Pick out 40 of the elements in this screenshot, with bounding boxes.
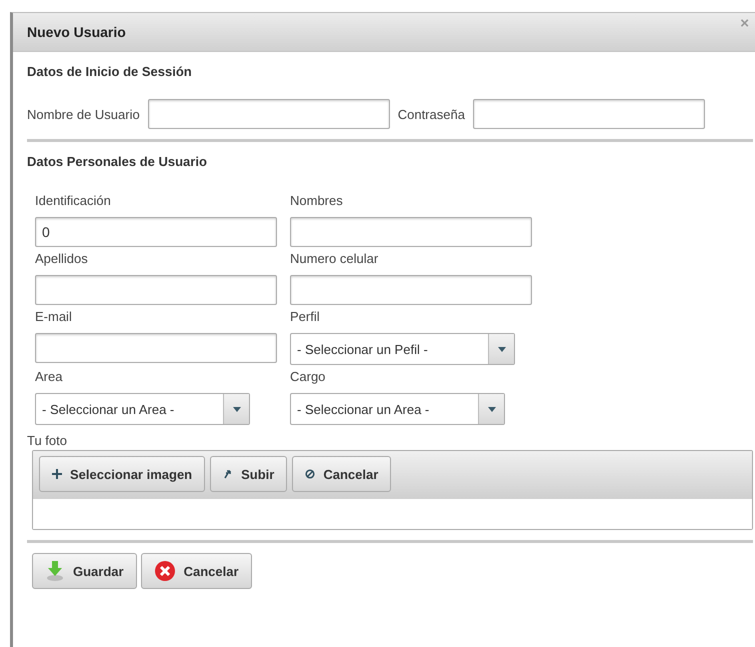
input-field[interactable] bbox=[290, 217, 532, 247]
caret-icon bbox=[498, 346, 506, 352]
arrow-icon bbox=[223, 469, 234, 479]
cancel-button[interactable]: Cancelar bbox=[140, 553, 252, 589]
input-field[interactable]: 0 bbox=[35, 217, 277, 247]
input-field[interactable] bbox=[35, 275, 277, 305]
caret-icon bbox=[488, 406, 496, 412]
field-label: Numero celular bbox=[290, 251, 380, 266]
select-field[interactable]: - Seleccionar un Area - bbox=[35, 393, 250, 425]
caret-icon bbox=[232, 406, 240, 412]
input-field[interactable] bbox=[148, 99, 390, 129]
select-field[interactable]: - Seleccionar un Area - bbox=[290, 393, 505, 425]
save-button[interactable]: Guardar bbox=[32, 553, 137, 589]
upload-toolbar-button[interactable]: Subir bbox=[210, 456, 288, 492]
input-field[interactable] bbox=[35, 333, 277, 363]
upload-toolbar-button[interactable]: Cancelar bbox=[292, 456, 392, 492]
dialog-title: Nuevo Usuario bbox=[27, 24, 126, 40]
field-label: E-mail bbox=[35, 309, 73, 324]
field-label: Area bbox=[35, 369, 64, 384]
field-label: Apellidos bbox=[35, 251, 89, 266]
section-heading: Datos de Inicio de Sessión bbox=[27, 64, 193, 79]
select-field[interactable]: - Seleccionar un Pefil - bbox=[290, 333, 515, 365]
field-label: Contraseña bbox=[398, 106, 465, 122]
dropdown-button[interactable] bbox=[223, 394, 249, 424]
field-label: Nombre de Usuario bbox=[27, 106, 140, 122]
plus-icon bbox=[52, 469, 62, 479]
input-field[interactable] bbox=[290, 275, 532, 305]
field-label: Identificación bbox=[35, 193, 112, 208]
input-field[interactable] bbox=[472, 99, 705, 129]
field-label: Perfil bbox=[290, 309, 321, 324]
field-label: Tu foto bbox=[27, 433, 68, 448]
dropdown-button[interactable] bbox=[488, 334, 514, 364]
dropdown-button[interactable] bbox=[478, 394, 504, 424]
section-heading: Datos Personales de Usuario bbox=[27, 154, 208, 169]
field-label: Cargo bbox=[290, 369, 326, 384]
download-icon bbox=[45, 560, 65, 582]
close-icon bbox=[154, 560, 176, 582]
field-label: Nombres bbox=[290, 193, 344, 208]
upload-toolbar-button[interactable]: Seleccionar imagen bbox=[39, 456, 206, 492]
cancel-icon bbox=[305, 469, 316, 479]
